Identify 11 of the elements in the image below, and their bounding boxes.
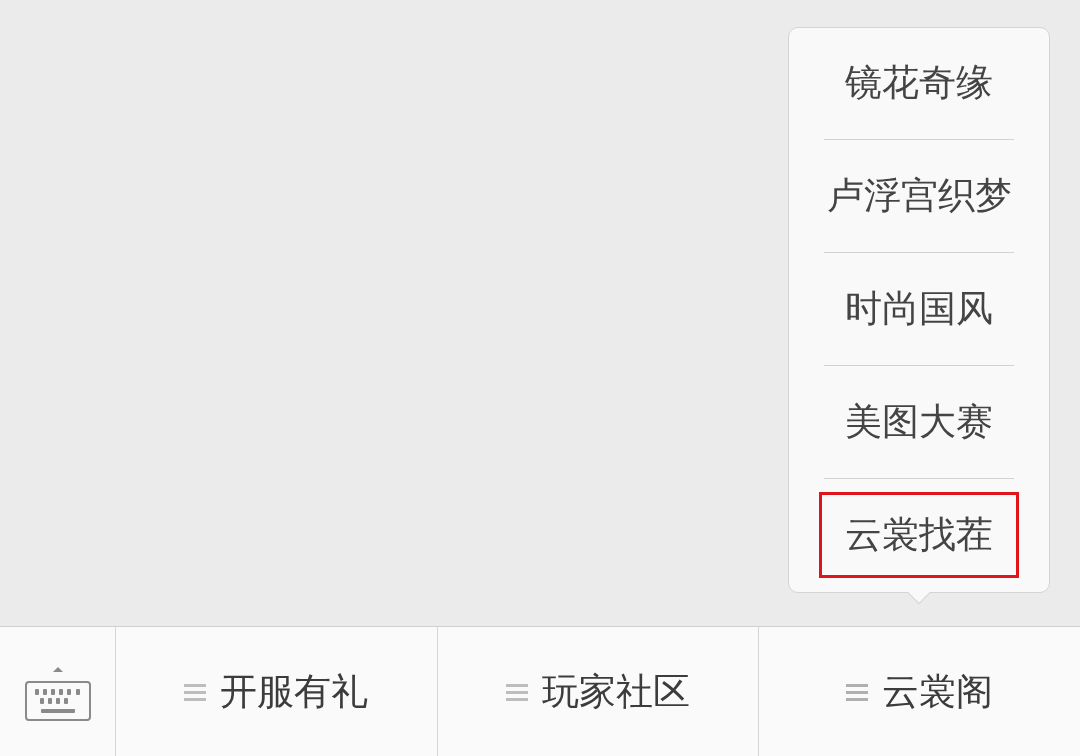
submenu-item[interactable]: 卢浮宫织梦 <box>819 153 1019 239</box>
menu-icon <box>846 682 869 701</box>
menu-tab[interactable]: 玩家社区 <box>506 673 690 710</box>
submenu-item[interactable]: 时尚国风 <box>819 266 1019 352</box>
submenu-item[interactable]: 美图大赛 <box>819 379 1019 465</box>
submenu-item[interactable]: 云裳找茬 <box>819 492 1019 578</box>
submenu-item[interactable]: 镜花奇缘 <box>819 40 1019 126</box>
menu-icon <box>184 682 207 701</box>
menu-tab[interactable]: 云裳阁 <box>846 673 994 710</box>
menu-tab[interactable]: 开服有礼 <box>184 673 369 710</box>
menu-icon <box>506 682 528 701</box>
